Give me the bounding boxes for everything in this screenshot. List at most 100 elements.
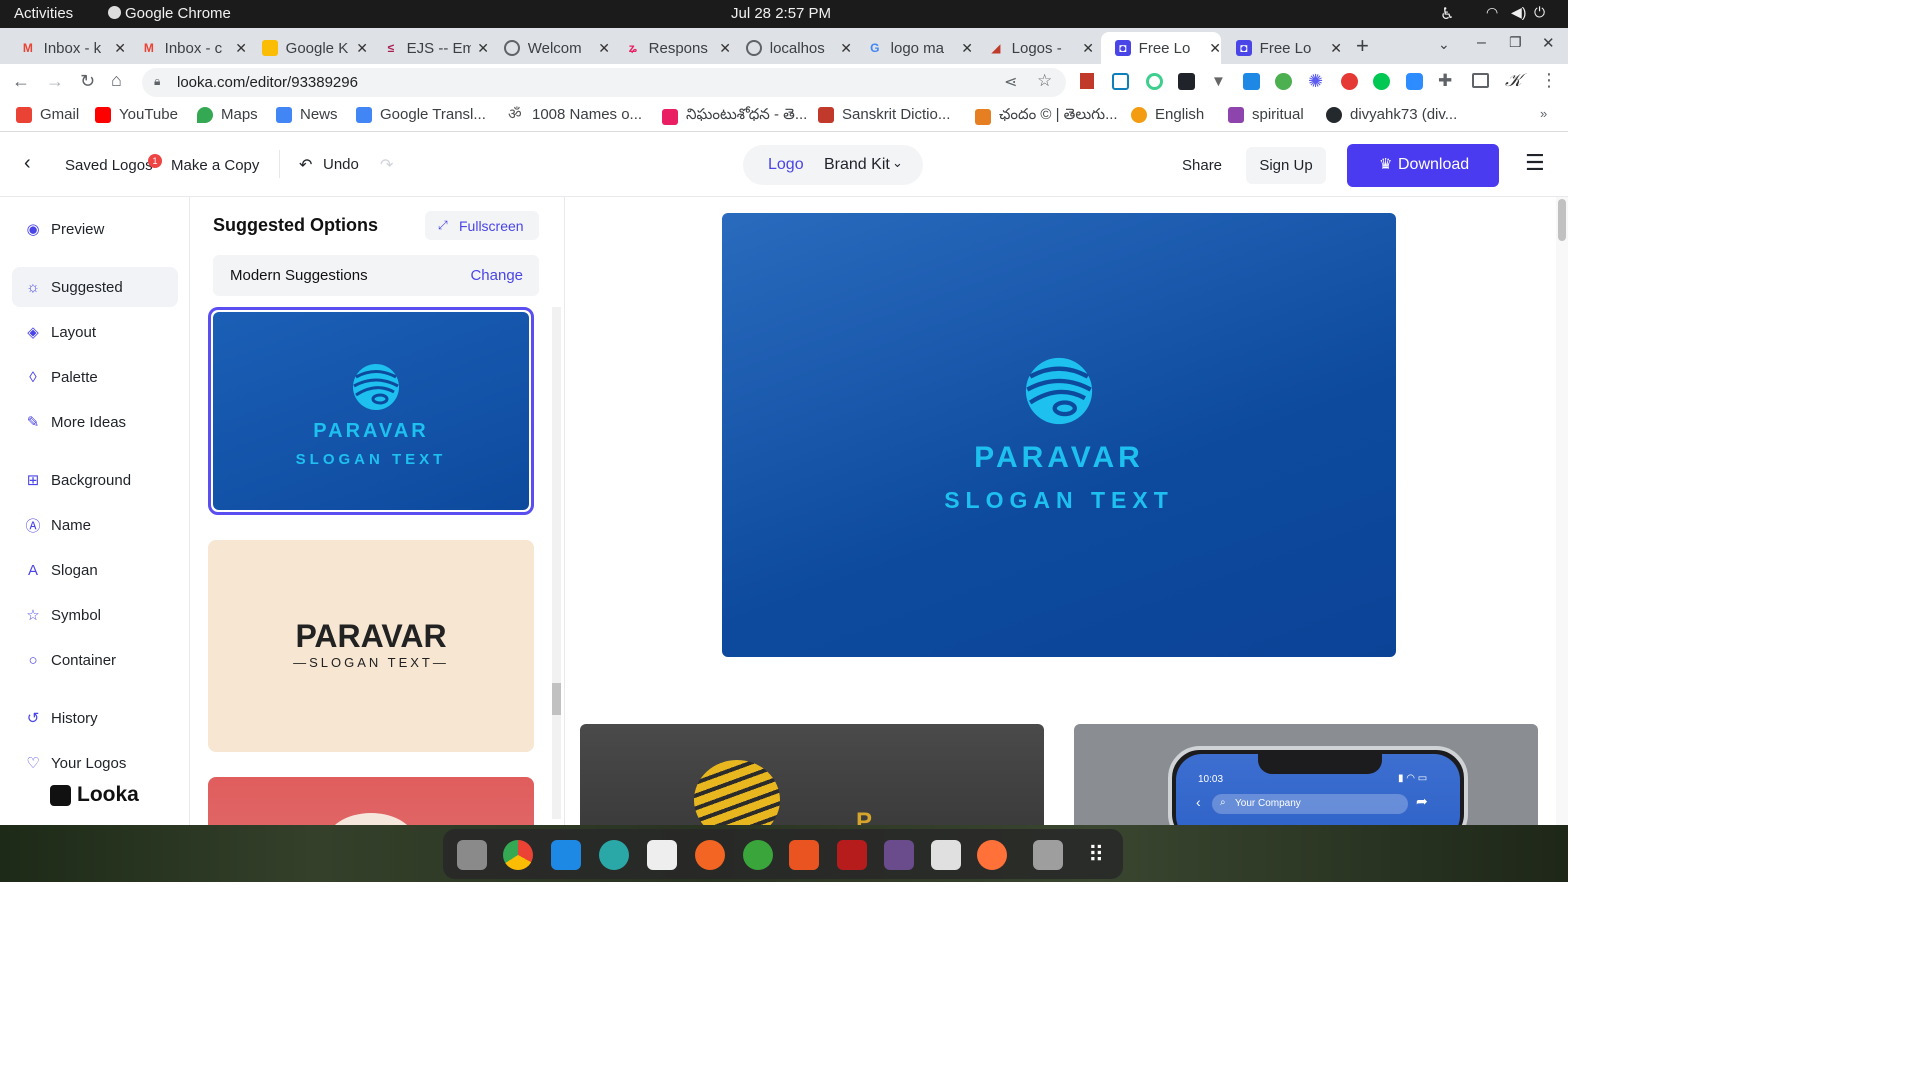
main-logo-canvas[interactable]: PARAVAR SLOGAN TEXT [722,213,1396,657]
nav-history[interactable]: ↺ History [12,698,178,738]
tab-brand-kit[interactable]: Brand Kit [824,156,890,174]
show-apps-icon[interactable]: ⠿ [1081,840,1111,870]
bookmark-1008-names[interactable]: ॐ 1008 Names o... [508,106,642,123]
browser-tab[interactable]: ◘ Free Lo ✕ [1222,32,1342,64]
extension-icon[interactable] [1080,73,1094,89]
extension-icon[interactable] [1341,73,1358,90]
omnibox[interactable]: 🔒︎ looka.com/editor/93389296 ⋖ ☆ [142,68,1066,97]
hamburger-menu-icon[interactable]: ☰ [1525,150,1545,176]
video-icon[interactable] [884,840,914,870]
software-center-icon[interactable] [789,840,819,870]
bookmark-englsh[interactable]: Engl‌ish [1131,106,1204,123]
trash-icon[interactable] [1033,840,1063,870]
bookmark-star-icon[interactable]: ☆ [1037,71,1052,91]
close-tab-icon[interactable]: ✕ [961,40,973,57]
restore-window-icon[interactable]: ❐ [1509,34,1522,51]
close-tab-icon[interactable]: ✕ [114,40,126,57]
looka-brand[interactable]: Looka [50,783,139,807]
bookmark-news[interactable]: News [276,106,338,123]
wifi-icon[interactable]: ◠ [1486,4,1498,21]
app-icon[interactable] [743,840,773,870]
share-page-icon[interactable]: ⋖ [1004,72,1017,92]
new-tab-button[interactable]: + [1356,33,1369,59]
app-icon[interactable] [599,840,629,870]
postman-icon[interactable] [695,840,725,870]
change-style-link[interactable]: Change [470,267,523,284]
close-tab-icon[interactable]: ✕ [1330,40,1342,57]
volume-icon[interactable]: ◀) [1511,4,1526,21]
browser-tab[interactable]: ʑ Respons ✕ [611,32,731,64]
active-app-name[interactable]: Google Chrome [125,5,231,22]
lock-icon[interactable]: 🔒︎ [154,74,160,89]
chrome-menu-icon[interactable]: ⋮ [1540,70,1558,91]
power-icon[interactable]: ⏻ [1534,4,1545,21]
extensions-puzzle-icon[interactable]: ✚ [1438,71,1452,91]
zoom-extension-icon[interactable] [1406,73,1423,90]
share-button[interactable]: Share [1182,157,1222,174]
close-tab-icon[interactable]: ✕ [356,40,368,57]
bookmark-maps[interactable]: Maps [197,106,258,123]
scrollbar-thumb[interactable] [1558,199,1566,241]
bookmark-telugu-dictionary[interactable]: నిఘంటుశోధన - తె... [662,106,807,127]
tab-search-icon[interactable]: ⌄ [1438,36,1450,53]
nav-layout[interactable]: ◈ Layout [12,312,178,352]
close-tab-icon[interactable]: ✕ [719,40,731,57]
bookmark-spiritual[interactable]: spiritual [1228,106,1304,123]
minimize-window-icon[interactable]: – [1477,34,1486,52]
nav-suggested[interactable]: ☼ Suggested [12,267,178,307]
undo-icon[interactable]: ↶ [299,155,312,175]
nav-palette[interactable]: ◊ Palette [12,357,178,397]
extension-icon[interactable]: ✺ [1308,71,1323,92]
mockup-card-dark[interactable]: P [580,724,1044,825]
bookmark-google-translate[interactable]: Google Transl... [356,106,486,123]
close-tab-icon[interactable]: ✕ [840,40,852,57]
scrollbar-thumb[interactable] [552,683,561,715]
bookmark-sanskrit-dictionary[interactable]: Sanskrit Dictio... [818,106,950,123]
bookmark-gmail[interactable]: Gmail [16,106,79,123]
chrome-icon[interactable] [503,840,533,870]
close-tab-icon[interactable]: ✕ [235,40,247,57]
nav-background[interactable]: ⊞ Background [12,460,178,500]
filezilla-icon[interactable] [837,840,867,870]
extension-icon[interactable] [1275,73,1292,90]
nav-preview[interactable]: ◉ Preview [12,209,178,249]
suggestion-card[interactable]: PARAVAR —SLOGAN TEXT— [208,540,534,752]
react-devtools-icon[interactable] [1178,73,1195,90]
browser-tab[interactable]: M Inbox - c ✕ [127,32,247,64]
browser-tab[interactable]: ≤ EJS -- Em ✕ [369,32,489,64]
reload-icon[interactable]: ↻ [80,71,95,92]
home-icon[interactable]: ⌂ [111,70,122,91]
suggestion-card[interactable] [208,777,534,825]
app-icon[interactable] [647,840,677,870]
close-tab-icon[interactable]: ✕ [1082,40,1094,57]
firefox-icon[interactable] [977,840,1007,870]
close-tab-icon[interactable]: ✕ [598,40,610,57]
files-icon[interactable] [457,840,487,870]
more-bookmarks-icon[interactable]: » [1540,106,1547,121]
undo-button[interactable]: Undo [323,156,359,173]
suggestion-style-selector[interactable]: Modern Suggestions Change [213,255,539,296]
bookmark-github[interactable]: divyahk73 (div... [1326,106,1457,123]
nav-name[interactable]: Ⓐ Name [12,505,178,545]
extension-icon[interactable] [1146,73,1163,90]
browser-tab-active[interactable]: ◘ Free Lo ✕ [1101,32,1221,64]
system-clock[interactable]: Jul 28 2:57 PM [731,5,831,22]
sign-up-button[interactable]: Sign Up [1246,147,1326,184]
side-panel-icon[interactable] [1472,73,1489,88]
close-window-icon[interactable]: ✕ [1542,34,1555,52]
extension-icon[interactable] [1373,73,1390,90]
nav-symbol[interactable]: ☆ Symbol [12,595,178,635]
extension-icon[interactable] [1112,73,1129,90]
download-button[interactable]: ♛ Download [1347,144,1499,187]
browser-tab[interactable]: Glogo ma ✕ [853,32,973,64]
close-tab-icon[interactable]: ✕ [477,40,489,57]
accessibility-icon[interactable]: ♿ [1440,4,1454,24]
fullscreen-button[interactable]: ⤢ Fullscreen [425,211,539,240]
back-icon[interactable]: ← [12,71,30,92]
browser-tab[interactable]: Welcom ✕ [490,32,610,64]
main-scrollbar[interactable] [1556,197,1568,825]
extension-icon[interactable]: ▼ [1211,73,1226,90]
nav-more-ideas[interactable]: ✎ More Ideas [12,402,178,442]
nav-container[interactable]: ○ Container [12,640,178,680]
extension-icon[interactable] [1243,73,1260,90]
